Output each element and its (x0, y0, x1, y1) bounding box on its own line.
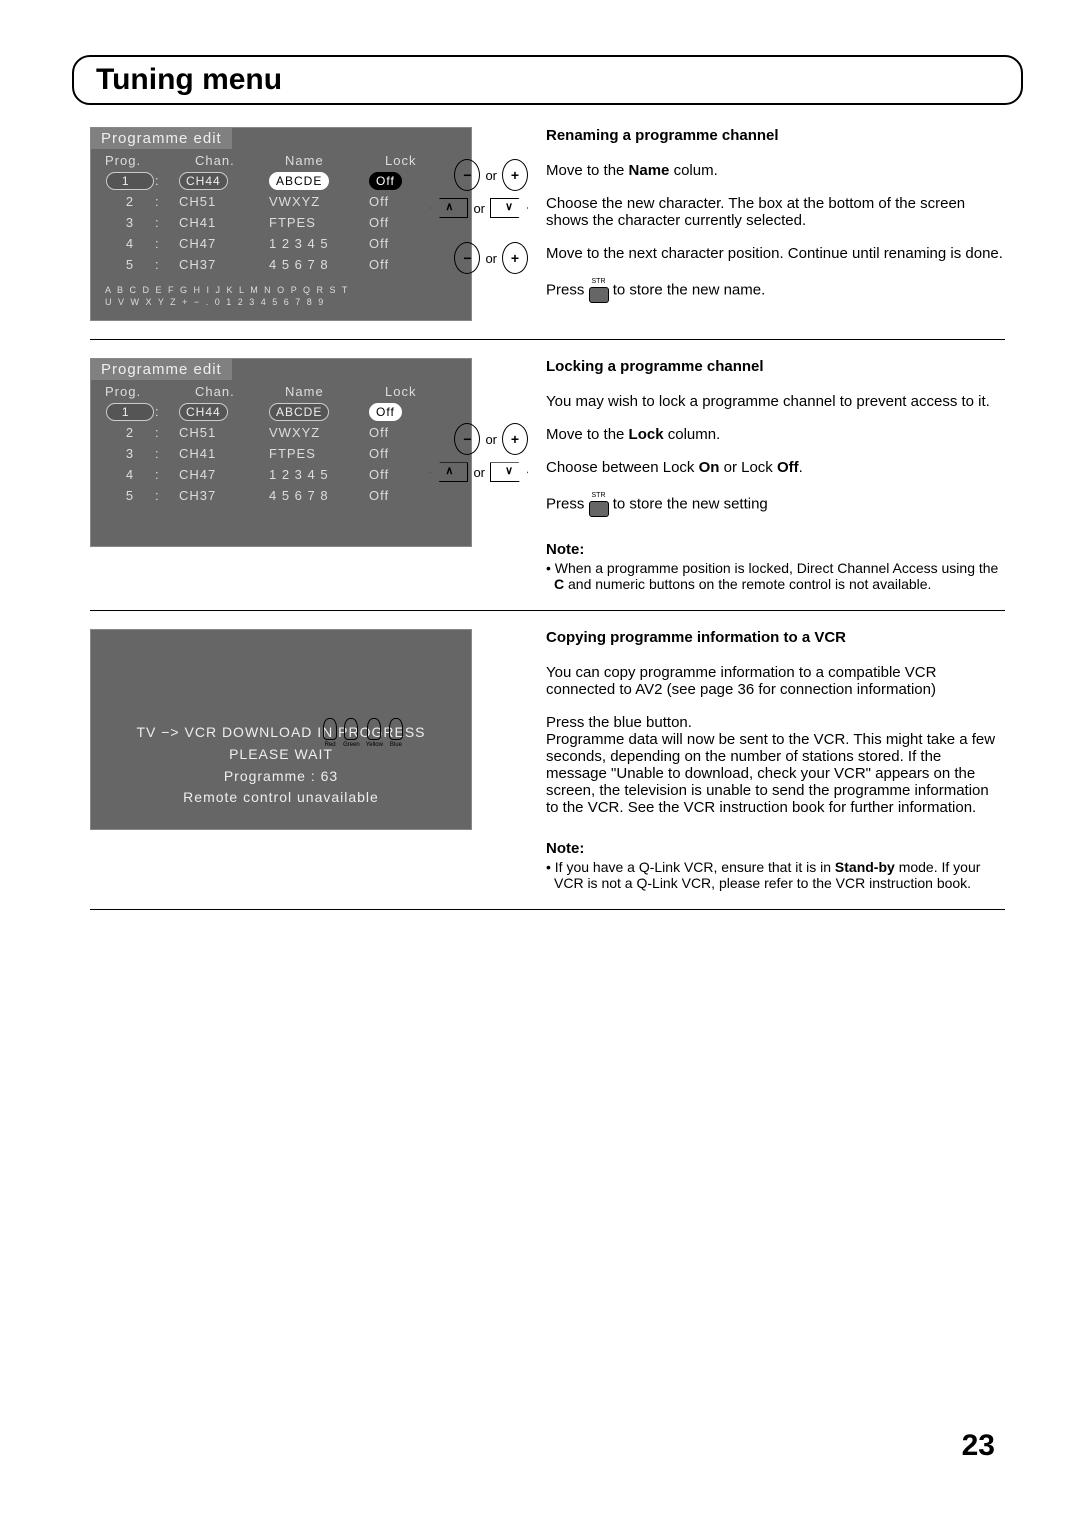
green-button-icon (344, 718, 358, 740)
str-button-icon (589, 287, 609, 303)
minus-plus-buttons: − or + (198, 160, 528, 190)
divider (90, 610, 1005, 611)
section-copying: Copying programme information to a VCR T… (90, 629, 1005, 891)
str-label: STR (589, 492, 609, 499)
step-store-lock: Press STR to store the new setting (546, 492, 1005, 517)
step-choose-char: Choose the new character. The box at the… (546, 195, 1005, 229)
plus-button-icon: + (502, 242, 528, 274)
minus-plus-buttons: − or + (198, 424, 528, 454)
plus-button-icon: + (502, 159, 528, 191)
str-label: STR (589, 278, 609, 285)
up-button-icon: ∧ (430, 462, 468, 482)
or-label: or (482, 432, 500, 447)
copy-body: Press the blue button. Programme data wi… (546, 714, 1005, 816)
down-button-icon: ∨ (490, 198, 528, 218)
minus-button-icon: − (454, 159, 480, 191)
copy-intro: You can copy programme information to a … (546, 664, 1005, 698)
step-move-lock: Move to the Lock column. (546, 426, 1005, 443)
heading-copying: Copying programme information to a VCR (546, 629, 1005, 646)
osd-title: Programme edit (91, 359, 232, 380)
col-prog: Prog. (105, 384, 195, 399)
lock-intro: You may wish to lock a programme channel… (546, 393, 1005, 410)
osd-title: Programme edit (91, 128, 232, 149)
or-label: or (470, 465, 488, 480)
section-renaming: Renaming a programme channel Programme e… (90, 127, 1005, 321)
str-button-icon (589, 501, 609, 517)
up-down-buttons: ∧ or ∨ (198, 457, 528, 487)
step-next-char: Move to the next character position. Con… (546, 245, 1005, 262)
step-store-name: Press STR to store the new name. (546, 278, 1005, 303)
page-number: 23 (962, 1429, 995, 1463)
heading-locking: Locking a programme channel (546, 358, 1005, 375)
step-move-name: Move to the Name colum. (546, 162, 1005, 179)
note-label: Note: (546, 840, 1005, 857)
yellow-button-icon (367, 718, 381, 740)
plus-button-icon: + (502, 423, 528, 455)
minus-button-icon: − (454, 423, 480, 455)
minus-button-icon: − (454, 242, 480, 274)
section-locking: Locking a programme channel Programme ed… (90, 358, 1005, 592)
page-title-box: Tuning menu (72, 55, 1023, 105)
minus-plus-buttons: − or + (198, 243, 528, 273)
note-body-lock: • When a programme position is locked, D… (546, 560, 1005, 592)
down-button-icon: ∨ (490, 462, 528, 482)
divider (90, 339, 1005, 340)
color-buttons: Red Green Yellow Blue (198, 718, 528, 748)
page-title: Tuning menu (96, 63, 999, 97)
col-prog: Prog. (105, 153, 195, 168)
note-body-copy: • If you have a Q-Link VCR, ensure that … (546, 859, 1005, 891)
or-label: or (482, 251, 500, 266)
heading-renaming: Renaming a programme channel (546, 127, 1005, 144)
or-label: or (482, 168, 500, 183)
red-button-icon (323, 718, 337, 740)
divider (90, 909, 1005, 910)
up-down-buttons: ∧ or ∨ (198, 193, 528, 223)
note-label: Note: (546, 541, 1005, 558)
step-lock-onoff: Choose between Lock On or Lock Off. (546, 459, 1005, 476)
or-label: or (470, 201, 488, 216)
up-button-icon: ∧ (430, 198, 468, 218)
blue-button-icon (389, 718, 403, 740)
